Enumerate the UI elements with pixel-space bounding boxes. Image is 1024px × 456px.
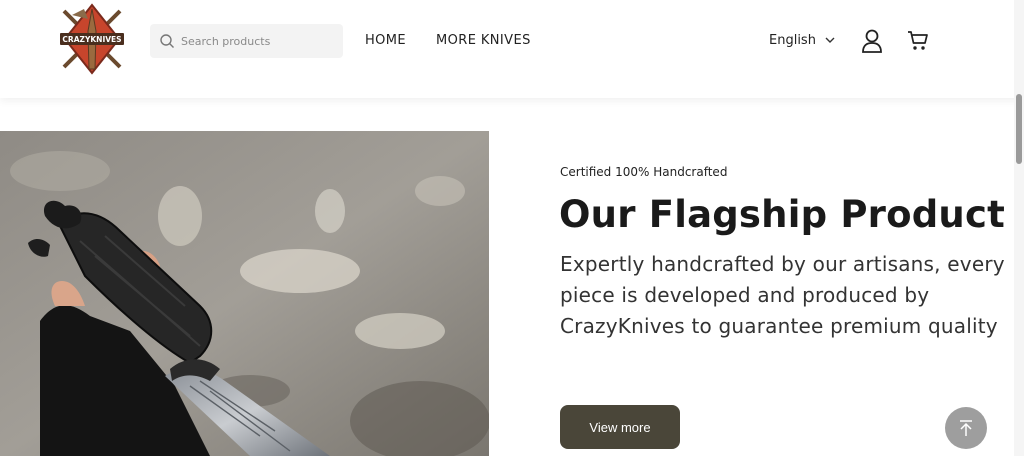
crazyknives-logo[interactable]: CRAZYKNIVES bbox=[54, 2, 130, 80]
hero-eyebrow: Certified 100% Handcrafted bbox=[560, 165, 728, 179]
language-selector[interactable]: English bbox=[769, 33, 835, 48]
logo-text: CRAZYKNIVES bbox=[62, 35, 121, 44]
hero-description: Expertly handcrafted by our artisans, ev… bbox=[560, 252, 1005, 338]
scrollbar-thumb[interactable] bbox=[1016, 94, 1022, 164]
page-scrollbar[interactable] bbox=[1014, 0, 1024, 456]
search-bar[interactable] bbox=[150, 24, 343, 58]
user-icon[interactable] bbox=[861, 29, 883, 53]
language-label: English bbox=[769, 33, 816, 48]
scroll-to-top-button[interactable] bbox=[945, 407, 987, 449]
nav-more-knives-link[interactable]: MORE KNIVES bbox=[436, 33, 531, 48]
search-input[interactable] bbox=[181, 34, 341, 48]
cart-icon[interactable] bbox=[907, 30, 929, 51]
search-icon bbox=[160, 34, 174, 48]
view-more-button[interactable]: View more bbox=[560, 405, 680, 449]
hero-title: Our Flagship Product bbox=[559, 193, 1005, 236]
main-nav: HOME MORE KNIVES bbox=[365, 33, 531, 48]
chevron-down-icon bbox=[825, 37, 835, 43]
site-header: CRAZYKNIVES HOME MORE KNIVES English bbox=[0, 0, 1024, 98]
hero-product-image bbox=[0, 131, 489, 456]
arrow-up-icon bbox=[960, 420, 972, 436]
nav-home-link[interactable]: HOME bbox=[365, 33, 406, 48]
